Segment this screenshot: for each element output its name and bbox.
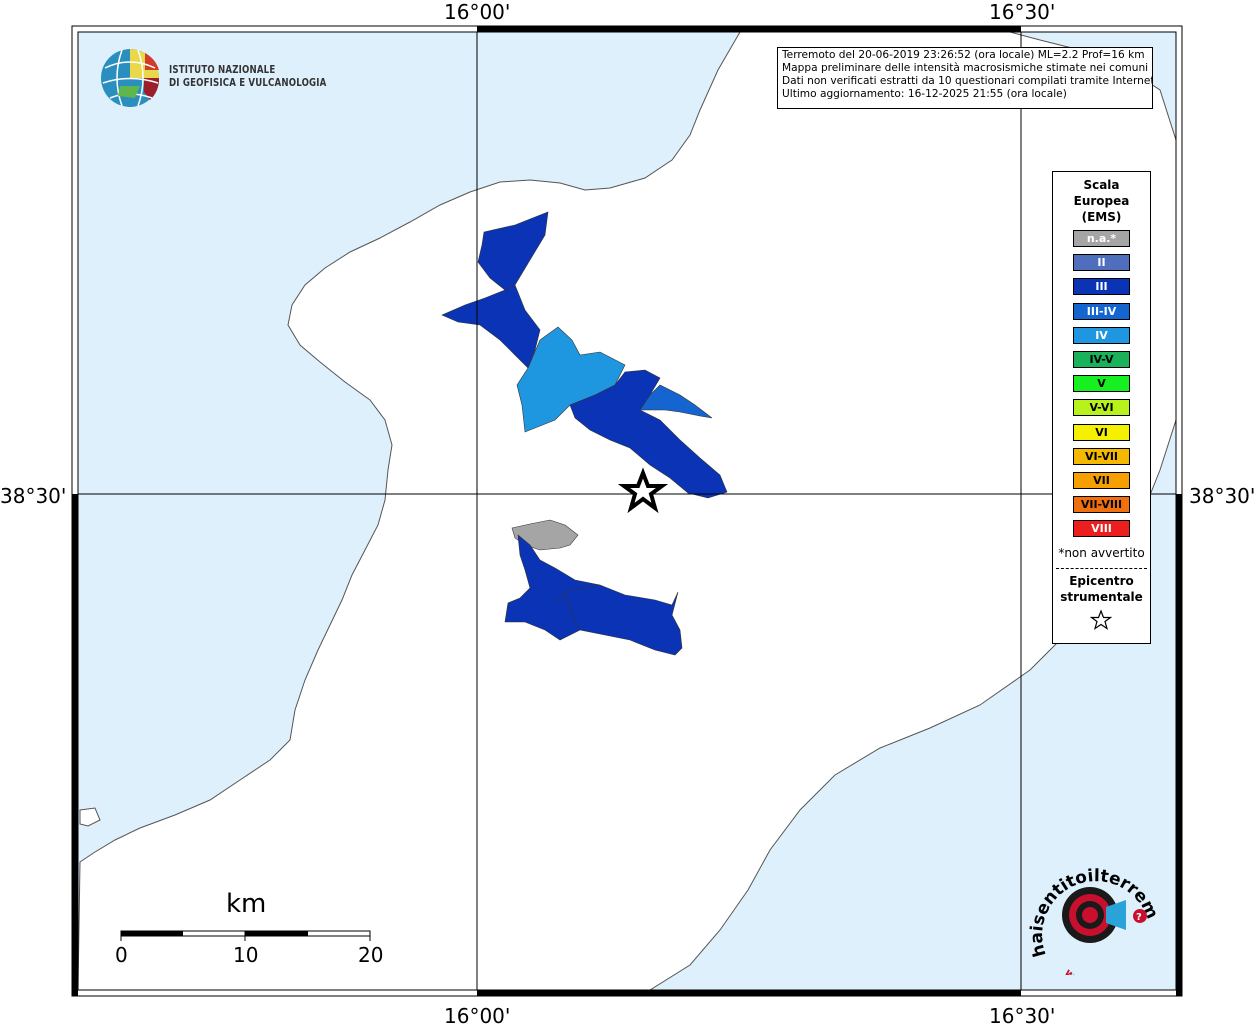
legend-title-line: Europea <box>1073 194 1130 208</box>
legend-item-iv-v: IV-V <box>1073 351 1130 368</box>
legend-item-viii: VIII <box>1073 520 1130 538</box>
legend-item-iii-iv: III-IV <box>1073 302 1130 320</box>
legend-item-vii-viii: VII-VIII <box>1073 496 1130 514</box>
legend-item-iv: IV <box>1073 326 1130 344</box>
scale-label-10: 10 <box>233 943 259 967</box>
legend-item-vi: VI <box>1073 423 1130 441</box>
svg-text:?: ? <box>1136 912 1142 923</box>
legend-epicenter-line: strumentale <box>1060 590 1143 604</box>
info-line: Ultimo aggiornamento: 16-12-2025 21:55 (… <box>782 88 1067 100</box>
lon-label-bottom-16-00: 16°00' <box>444 1004 511 1028</box>
legend-title: Scala Europea (EMS) <box>1053 177 1150 225</box>
legend-item-iii: III <box>1073 278 1130 296</box>
legend-item-v: V <box>1073 375 1130 393</box>
haisentito-logo-icon: haisentitoilterremoto.it www. ? <box>1028 860 1158 975</box>
haisentito-www-path: www. <box>1062 966 1095 975</box>
legend-title-line: (EMS) <box>1081 210 1122 224</box>
legend-item-ii: II <box>1073 254 1130 272</box>
legend-item-vi-vii: VI-VII <box>1073 447 1130 465</box>
legend-epicenter-line: Epicentro <box>1069 574 1134 588</box>
scale-bar-title: km <box>226 889 267 919</box>
lat-label-right: 38°30' <box>1189 484 1254 508</box>
info-line: Mappa preliminare delle intensità macros… <box>782 62 1149 74</box>
frame-segment-bottom <box>477 990 1021 996</box>
lon-label-bottom-16-30: 16°30' <box>989 1004 1056 1028</box>
frame-segment-top <box>477 26 1021 32</box>
legend-item-v-vi: V-VI <box>1073 399 1130 417</box>
ingv-logo-icon <box>101 49 160 107</box>
legend-title-line: Scala <box>1083 178 1120 192</box>
legend-note: *non avvertito <box>1058 546 1145 560</box>
institute-line-1: ISTITUTO NAZIONALE <box>169 64 276 76</box>
legend-item-vii: VII <box>1073 472 1130 489</box>
info-line: Terremoto del 20-06-2019 23:26:52 (ora l… <box>782 49 1145 61</box>
lon-label-top-16-30: 16°30' <box>989 0 1056 24</box>
legend-item-na: n.a.* <box>1073 230 1130 247</box>
legend-star-icon <box>1090 609 1112 630</box>
info-line: Dati non verificati estratti da 10 quest… <box>782 75 1153 87</box>
legend-epicenter-label: Epicentro strumentale <box>1053 573 1150 605</box>
institute-line-2: DI GEOFISICA E VULCANOLOGIA <box>169 77 327 89</box>
frame-segment-right <box>1176 494 1182 996</box>
lat-label-left: 38°30' <box>0 484 67 508</box>
ems-legend: Scala Europea (EMS) n.a.* II III III-IV IV IV… <box>1052 171 1151 644</box>
lon-label-top-16-00: 16°00' <box>444 0 511 24</box>
earthquake-info-box: Terremoto del 20-06-2019 23:26:52 (ora l… <box>777 47 1153 109</box>
ingv-logo-text: ISTITUTO NAZIONALE DI GEOFISICA E VULCAN… <box>169 64 326 90</box>
legend-separator <box>1056 568 1147 569</box>
scale-label-0: 0 <box>115 943 128 967</box>
haisentito-www: www. <box>1062 966 1095 975</box>
frame-segment-left <box>72 494 78 996</box>
scale-label-20: 20 <box>358 943 384 967</box>
